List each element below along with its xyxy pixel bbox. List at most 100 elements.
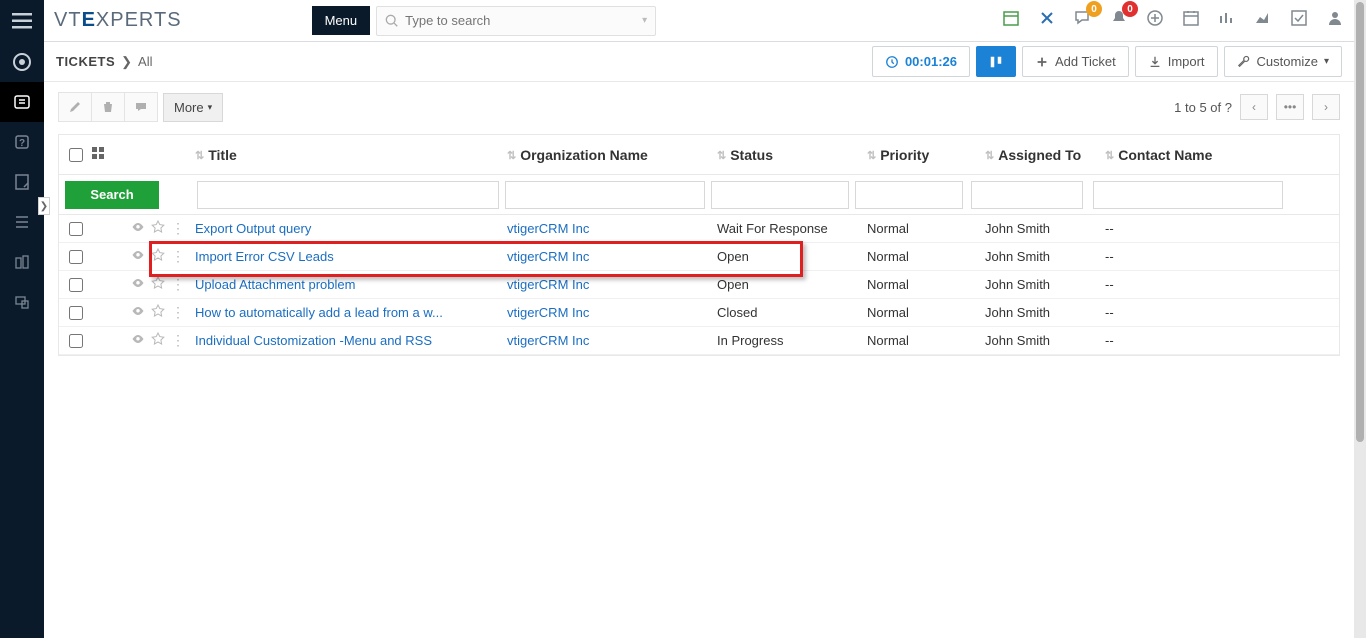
delete-button[interactable] — [91, 92, 125, 122]
import-button[interactable]: Import — [1135, 46, 1218, 77]
org-link[interactable]: vtigerCRM Inc — [507, 249, 589, 264]
star-icon[interactable] — [151, 248, 165, 265]
eye-icon[interactable] — [131, 332, 145, 349]
calendar2-icon[interactable] — [1182, 9, 1200, 32]
add-icon[interactable] — [1146, 9, 1164, 32]
filter-assigned-input[interactable] — [971, 181, 1083, 209]
chat-icon[interactable]: 0 — [1074, 9, 1092, 32]
col-header-contact[interactable]: ⇅Contact Name — [1105, 147, 1339, 163]
hamburger-icon[interactable] — [0, 0, 44, 42]
star-icon[interactable] — [151, 220, 165, 237]
trash-icon — [102, 101, 114, 113]
search-icon — [385, 14, 399, 28]
download-icon — [1148, 55, 1162, 69]
table-row[interactable]: ⋮ Individual Customization -Menu and RSS… — [59, 327, 1339, 355]
filter-status-input[interactable] — [711, 181, 849, 209]
more-button[interactable]: More▾ — [163, 93, 223, 122]
col-header-priority[interactable]: ⇅Priority — [867, 147, 985, 163]
sidebar-devices-icon[interactable] — [0, 282, 44, 322]
breadcrumb-filter[interactable]: All — [138, 54, 152, 69]
col-header-title[interactable]: ⇅Title — [195, 147, 507, 163]
eye-icon[interactable] — [131, 304, 145, 321]
comment-icon — [135, 101, 147, 113]
calendar-icon[interactable] — [1002, 9, 1020, 32]
select-all-checkbox[interactable] — [69, 148, 83, 162]
col-header-status[interactable]: ⇅Status — [717, 147, 867, 163]
filter-priority-input[interactable] — [855, 181, 963, 209]
sidebar-notes-icon[interactable] — [0, 162, 44, 202]
priority-cell: Normal — [867, 333, 985, 348]
status-cell: Closed — [717, 305, 867, 320]
menu-button[interactable]: Menu — [312, 6, 371, 35]
ticket-title-link[interactable]: How to automatically add a lead from a w… — [195, 305, 443, 320]
kebab-icon[interactable]: ⋮ — [171, 220, 184, 237]
table-row[interactable]: ⋮ How to automatically add a lead from a… — [59, 299, 1339, 327]
org-link[interactable]: vtigerCRM Inc — [507, 221, 589, 236]
pager-next[interactable]: › — [1312, 94, 1340, 120]
customize-button[interactable]: Customize▾ — [1224, 46, 1342, 77]
status-cell: Open — [717, 249, 867, 264]
row-checkbox[interactable] — [69, 306, 83, 320]
global-search[interactable]: ▾ — [376, 6, 656, 36]
priority-cell: Normal — [867, 305, 985, 320]
pagination: 1 to 5 of ? ‹ ••• › — [1174, 94, 1340, 120]
table-row[interactable]: ⋮ Export Output query vtigerCRM Inc Wait… — [59, 215, 1339, 243]
edit-button[interactable] — [58, 92, 92, 122]
assigned-cell: John Smith — [985, 333, 1105, 348]
kebab-icon[interactable]: ⋮ — [171, 248, 184, 265]
kebab-icon[interactable]: ⋮ — [171, 276, 184, 293]
ticket-title-link[interactable]: Upload Attachment problem — [195, 277, 355, 292]
row-checkbox[interactable] — [69, 334, 83, 348]
extension-icon[interactable] — [1038, 9, 1056, 32]
sidebar-tickets-icon[interactable] — [0, 82, 44, 122]
ticket-title-link[interactable]: Individual Customization -Menu and RSS — [195, 333, 432, 348]
filter-search-button[interactable]: Search — [65, 181, 159, 209]
star-icon[interactable] — [151, 276, 165, 293]
filter-title-input[interactable] — [197, 181, 499, 209]
scrollbar[interactable] — [1354, 0, 1366, 638]
ticket-title-link[interactable]: Export Output query — [195, 221, 311, 236]
bell-icon[interactable]: 0 — [1110, 9, 1128, 32]
org-link[interactable]: vtigerCRM Inc — [507, 277, 589, 292]
module-name[interactable]: TICKETS — [56, 54, 115, 69]
filter-org-input[interactable] — [505, 181, 705, 209]
add-ticket-button[interactable]: Add Ticket — [1022, 46, 1129, 77]
grid-toggle-icon[interactable] — [91, 146, 105, 163]
org-link[interactable]: vtigerCRM Inc — [507, 305, 589, 320]
user-icon[interactable] — [1326, 9, 1344, 32]
org-link[interactable]: vtigerCRM Inc — [507, 333, 589, 348]
ticket-title-link[interactable]: Import Error CSV Leads — [195, 249, 334, 264]
star-icon[interactable] — [151, 304, 165, 321]
areachart-icon[interactable] — [1254, 9, 1272, 32]
assigned-cell: John Smith — [985, 221, 1105, 236]
table-row[interactable]: ⋮ Import Error CSV Leads vtigerCRM Inc O… — [59, 243, 1339, 271]
search-dropdown-icon[interactable]: ▾ — [642, 15, 647, 26]
col-header-org[interactable]: ⇅Organization Name — [507, 147, 717, 163]
status-cell: Wait For Response — [717, 221, 867, 236]
eye-icon[interactable] — [131, 248, 145, 265]
filter-contact-input[interactable] — [1093, 181, 1283, 209]
eye-icon[interactable] — [131, 276, 145, 293]
pager-prev[interactable]: ‹ — [1240, 94, 1268, 120]
kebab-icon[interactable]: ⋮ — [171, 332, 184, 349]
sidebar-expand-toggle[interactable]: ❯ — [38, 197, 50, 215]
row-checkbox[interactable] — [69, 222, 83, 236]
comment-button[interactable] — [124, 92, 158, 122]
kanban-button[interactable] — [976, 46, 1016, 77]
pager-dots[interactable]: ••• — [1276, 94, 1304, 120]
sidebar-faq-icon[interactable]: ? — [0, 122, 44, 162]
timer-button[interactable]: 00:01:26 — [872, 46, 970, 77]
search-input[interactable] — [405, 13, 642, 28]
sidebar-org-icon[interactable] — [0, 242, 44, 282]
sidebar-dashboard-icon[interactable] — [0, 42, 44, 82]
star-icon[interactable] — [151, 332, 165, 349]
col-header-assigned[interactable]: ⇅Assigned To — [985, 147, 1105, 163]
kebab-icon[interactable]: ⋮ — [171, 304, 184, 321]
checkbox-icon[interactable] — [1290, 9, 1308, 32]
row-checkbox[interactable] — [69, 278, 83, 292]
table-row[interactable]: ⋮ Upload Attachment problem vtigerCRM In… — [59, 271, 1339, 299]
eye-icon[interactable] — [131, 220, 145, 237]
assigned-cell: John Smith — [985, 249, 1105, 264]
barchart-icon[interactable] — [1218, 9, 1236, 32]
row-checkbox[interactable] — [69, 250, 83, 264]
